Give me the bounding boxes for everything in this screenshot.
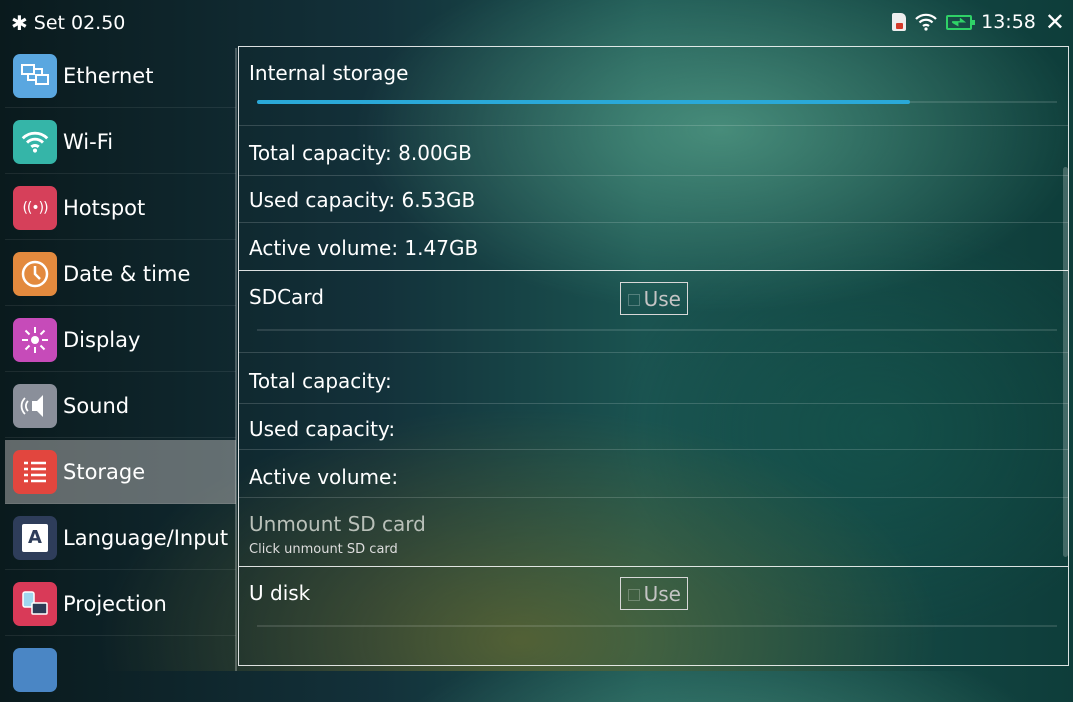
udisk-title: U disk — [249, 581, 311, 605]
sidebar-item-partial[interactable] — [5, 638, 236, 702]
wifi-icon — [13, 119, 57, 164]
sidebar-item-label: Ethernet — [63, 63, 154, 88]
sidebar-item-label: Language/Input — [63, 525, 229, 550]
hotspot-icon: ((•)) — [13, 185, 57, 230]
language-icon: A — [13, 515, 57, 560]
app-title-text: Set 02.50 — [33, 12, 126, 34]
sidebar-item-label: Projection — [63, 591, 167, 616]
status-bar: ✱ Set 02.50 13:58 ✕ — [0, 0, 1073, 48]
internal-usage-fill — [257, 100, 910, 104]
internal-active-volume: Active volume: 1.47GB — [249, 236, 479, 260]
gear-icon: ✱ — [11, 11, 28, 35]
internal-storage-title: Internal storage — [249, 61, 409, 85]
storage-panel: Internal storage Total capacity: 8.00GB … — [238, 46, 1069, 666]
udisk-use-label: Use — [643, 581, 681, 606]
sdcard-used-capacity: Used capacity: — [249, 417, 396, 441]
sidebar-item-label: Storage — [63, 459, 146, 484]
unmount-sd-card-title[interactable]: Unmount SD card — [249, 512, 426, 536]
sidebar-item-sound[interactable]: Sound — [5, 374, 236, 438]
sidebar-item-language-input[interactable]: A Language/Input — [5, 506, 236, 570]
sdcard-use-checkbox[interactable] — [628, 294, 640, 306]
ethernet-icon — [13, 53, 57, 98]
sidebar-item-ethernet[interactable]: Ethernet — [5, 44, 236, 108]
divider — [239, 222, 1068, 223]
partial-icon — [13, 648, 57, 692]
display-icon — [13, 317, 57, 362]
section-divider — [239, 566, 1068, 567]
sidebar-item-wifi[interactable]: Wi-Fi — [5, 110, 236, 174]
udisk-use-checkbox[interactable] — [628, 589, 640, 601]
udisk-usage-bar — [257, 625, 1057, 627]
sidebar-item-hotspot[interactable]: ((•)) Hotspot — [5, 176, 236, 240]
sound-icon — [13, 383, 57, 428]
udisk-use-button[interactable]: Use — [620, 577, 688, 610]
divider — [239, 175, 1068, 176]
sdcard-total-capacity: Total capacity: — [249, 369, 392, 393]
divider — [239, 497, 1068, 498]
sidebar-item-date-time[interactable]: Date & time — [5, 242, 236, 306]
sd-card-icon — [892, 13, 907, 31]
sidebar-divider — [235, 48, 237, 671]
internal-used-capacity: Used capacity: 6.53GB — [249, 188, 476, 212]
divider — [239, 125, 1068, 126]
divider — [239, 449, 1068, 450]
divider — [239, 403, 1068, 404]
scrollbar[interactable] — [1063, 167, 1068, 557]
divider — [239, 352, 1068, 353]
sdcard-use-button[interactable]: Use — [620, 282, 688, 315]
sidebar-item-label: Display — [63, 327, 141, 352]
sidebar-item-label: Hotspot — [63, 195, 146, 220]
sidebar-item-label: Wi-Fi — [63, 129, 114, 154]
app-title: ✱ Set 02.50 — [11, 12, 125, 34]
sdcard-usage-bar — [257, 329, 1057, 331]
sdcard-active-volume: Active volume: — [249, 465, 399, 489]
clock-icon — [13, 251, 57, 296]
internal-total-capacity: Total capacity: 8.00GB — [249, 141, 472, 165]
sdcard-title: SDCard — [249, 285, 324, 309]
internal-usage-bar — [257, 100, 1057, 104]
close-icon[interactable]: ✕ — [1045, 10, 1065, 34]
sidebar-item-projection[interactable]: Projection — [5, 572, 236, 636]
sidebar: Ethernet Wi-Fi ((•)) Hotspot Date & time… — [5, 44, 236, 692]
sidebar-item-display[interactable]: Display — [5, 308, 236, 372]
projection-icon — [13, 581, 57, 626]
wifi-icon — [915, 13, 937, 31]
section-divider — [239, 270, 1068, 271]
clock-text: 13:58 — [981, 11, 1036, 33]
unmount-sd-card-subtitle: Click unmount SD card — [249, 542, 398, 557]
sidebar-item-label: Date & time — [63, 261, 191, 286]
sdcard-use-label: Use — [643, 286, 681, 311]
storage-icon — [13, 449, 57, 494]
sidebar-item-label: Sound — [63, 393, 130, 418]
sidebar-item-storage[interactable]: Storage — [5, 440, 236, 504]
status-icons: 13:58 ✕ — [892, 10, 1065, 34]
battery-charging-icon — [946, 14, 976, 30]
